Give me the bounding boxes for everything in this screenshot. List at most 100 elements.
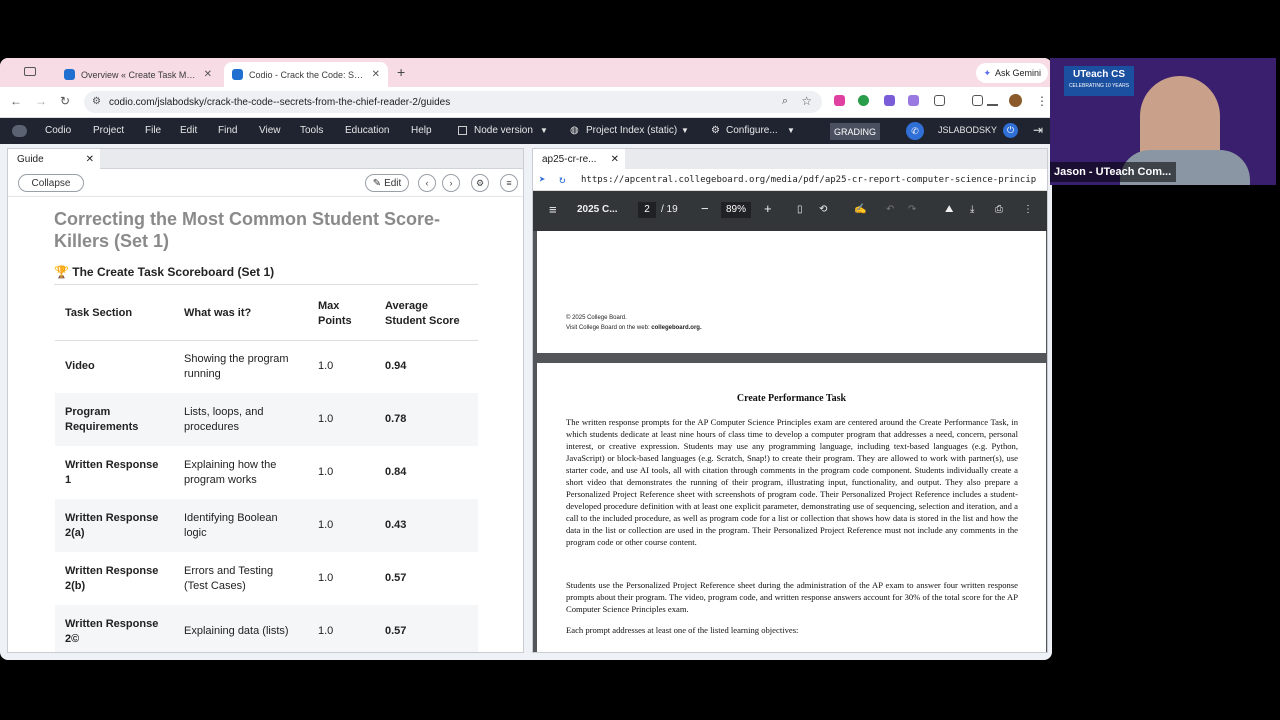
max-points-cell: 1.0 [308, 499, 375, 552]
configure-dropdown[interactable]: Configure... [726, 125, 778, 136]
tab-strip: Overview « Create Task Master ✕ Codio - … [0, 58, 1052, 87]
chevron-down-icon[interactable]: ▼ [540, 126, 548, 135]
menu-hamburger-icon[interactable]: ≡ [549, 202, 557, 217]
ask-gemini-button[interactable]: ✦ Ask Gemini [976, 63, 1048, 83]
close-icon[interactable]: ✕ [86, 154, 94, 165]
fit-page-icon[interactable]: ▯ [797, 204, 803, 215]
menu-project[interactable]: Project [93, 125, 124, 136]
browser-window: Overview « Create Task Master ✕ Codio - … [0, 58, 1052, 660]
max-points-cell: 1.0 [318, 466, 334, 478]
tab-codio[interactable]: Codio - Crack the Code: Secrets ✕ [224, 62, 388, 87]
globe-icon: ◍ [570, 125, 579, 136]
zoom-in-icon[interactable]: + [764, 201, 772, 216]
edit-label: Edit [384, 177, 402, 189]
rotate-icon[interactable]: ⟲ [819, 204, 827, 215]
menu-codio[interactable]: Codio [45, 125, 71, 136]
extension-icon[interactable] [858, 95, 869, 106]
pdf-paragraph: The written response prompts for the AP … [566, 417, 1018, 547]
drive-save-icon[interactable]: ⛰ [945, 204, 953, 215]
collapse-button[interactable]: Collapse [18, 174, 84, 192]
extension-icon[interactable] [834, 95, 845, 106]
next-page-button[interactable]: › [442, 174, 460, 192]
avatar[interactable] [1009, 94, 1022, 107]
puzzle-icon[interactable] [934, 95, 945, 106]
max-points-cell: 1.0 [318, 360, 334, 373]
menu-find[interactable]: Find [218, 125, 237, 136]
page-number-input[interactable]: 2 [638, 202, 656, 218]
zoom-level-input[interactable]: 89% [721, 202, 751, 218]
phone-icon[interactable]: ✆ [906, 122, 924, 140]
codio-favicon-icon [64, 69, 75, 80]
tab-overview[interactable]: Overview « Create Task Master ✕ [56, 62, 220, 87]
project-index-dropdown[interactable]: Project Index (static) [586, 125, 677, 136]
back-icon[interactable]: ← [10, 94, 22, 108]
description-cell: Identifying Boolean logic [174, 499, 308, 552]
max-points-cell: 1.0 [308, 605, 375, 652]
logo-subtext: CELEBRATING 10 YEARS [1068, 83, 1130, 89]
pdf-tab-label: ap25-cr-re... [542, 153, 597, 165]
description-cell: Explaining how the program works [184, 458, 277, 486]
column-header: What was it? [174, 288, 308, 341]
menu-education[interactable]: Education [345, 125, 389, 136]
site-info-icon[interactable]: ⚙ [92, 96, 101, 107]
previous-page-button[interactable]: ‹ [418, 174, 436, 192]
list-menu-icon[interactable]: ≡ [500, 174, 518, 192]
pencil-icon: ✎ [372, 177, 382, 189]
table-row: Written Response 2© Explaining data (lis… [55, 605, 478, 652]
navigate-arrow-icon[interactable]: ➤ [539, 173, 546, 186]
zoom-icon[interactable]: ⌕ [782, 95, 788, 108]
table-row: Video Showing the program running 1.0 0.… [55, 340, 478, 393]
tab-pdf[interactable]: ap25-cr-re... ✕ [533, 149, 625, 169]
menu-view[interactable]: View [259, 125, 281, 136]
grading-button[interactable]: GRADING [830, 123, 880, 140]
more-menu-icon[interactable]: ⋮ [1036, 94, 1048, 108]
preview-url-bar: ➤ ↻ https://apcentral.collegeboard.org/m… [533, 169, 1047, 191]
close-icon[interactable]: ✕ [366, 69, 380, 80]
pdf-doc-title: 2025 C... [577, 204, 618, 215]
logout-icon[interactable]: ⇥ [1033, 123, 1043, 137]
chevron-down-icon[interactable]: ▼ [681, 126, 689, 135]
redo-icon[interactable]: ↷ [908, 204, 916, 215]
menu-edit[interactable]: Edit [180, 125, 197, 136]
close-icon[interactable]: ✕ [198, 69, 212, 80]
edit-button[interactable]: ✎ Edit [365, 174, 409, 192]
download-icon[interactable] [987, 95, 998, 106]
refresh-icon[interactable]: ↻ [559, 173, 566, 186]
menu-file[interactable]: File [145, 125, 161, 136]
more-menu-icon[interactable]: ⋮ [1023, 204, 1033, 215]
extension-icon[interactable] [908, 95, 919, 106]
codio-favicon-icon [232, 69, 243, 80]
menu-tools[interactable]: Tools [300, 125, 323, 136]
new-tab-icon[interactable]: + [397, 64, 405, 80]
task-section-cell: Program Requirements [55, 393, 174, 446]
average-score-cell: 0.57 [385, 572, 407, 584]
section-heading: 🏆 The Create Task Scoreboard (Set 1) [54, 265, 275, 279]
chevron-down-icon[interactable]: ▼ [787, 126, 795, 135]
close-icon[interactable]: ✕ [611, 154, 619, 165]
print-icon[interactable]: ⎙ [995, 204, 1003, 215]
forward-icon[interactable]: → [35, 94, 47, 108]
sidepanel-icon[interactable] [972, 95, 983, 106]
undo-icon[interactable]: ↶ [886, 204, 894, 215]
bookmark-star-icon[interactable]: ☆ [801, 94, 812, 108]
extension-icon[interactable] [884, 95, 895, 106]
column-header: Task Section [55, 288, 174, 341]
download-icon[interactable]: ⤓ [970, 204, 974, 215]
codio-logo-icon[interactable] [12, 125, 27, 137]
power-icon[interactable]: ⏻ [1003, 123, 1018, 138]
settings-gear-icon[interactable]: ⚙ [471, 174, 489, 192]
tab-guide[interactable]: Guide ✕ [8, 149, 100, 169]
zoom-out-icon[interactable]: − [701, 201, 709, 216]
pdf-viewport[interactable]: © 2025 College Board. Visit College Boar… [533, 231, 1047, 652]
pdf-tab-strip: ap25-cr-re... ✕ [533, 149, 1047, 169]
gemini-label: Ask Gemini [994, 68, 1041, 78]
preview-url-input[interactable]: https://apcentral.collegeboard.org/media… [581, 175, 1043, 185]
address-input[interactable]: ⚙ codio.com/jslabodsky/crack-the-code--s… [84, 91, 822, 113]
collegeboard-link[interactable]: collegeboard.org. [651, 325, 701, 331]
menu-help[interactable]: Help [411, 125, 432, 136]
node-version-dropdown[interactable]: Node version [474, 125, 533, 136]
tab-search-icon[interactable] [24, 67, 36, 76]
annotate-icon[interactable]: ✍ [854, 204, 866, 215]
username[interactable]: JSLABODSKY [938, 125, 997, 135]
reload-icon[interactable]: ↻ [60, 94, 70, 108]
